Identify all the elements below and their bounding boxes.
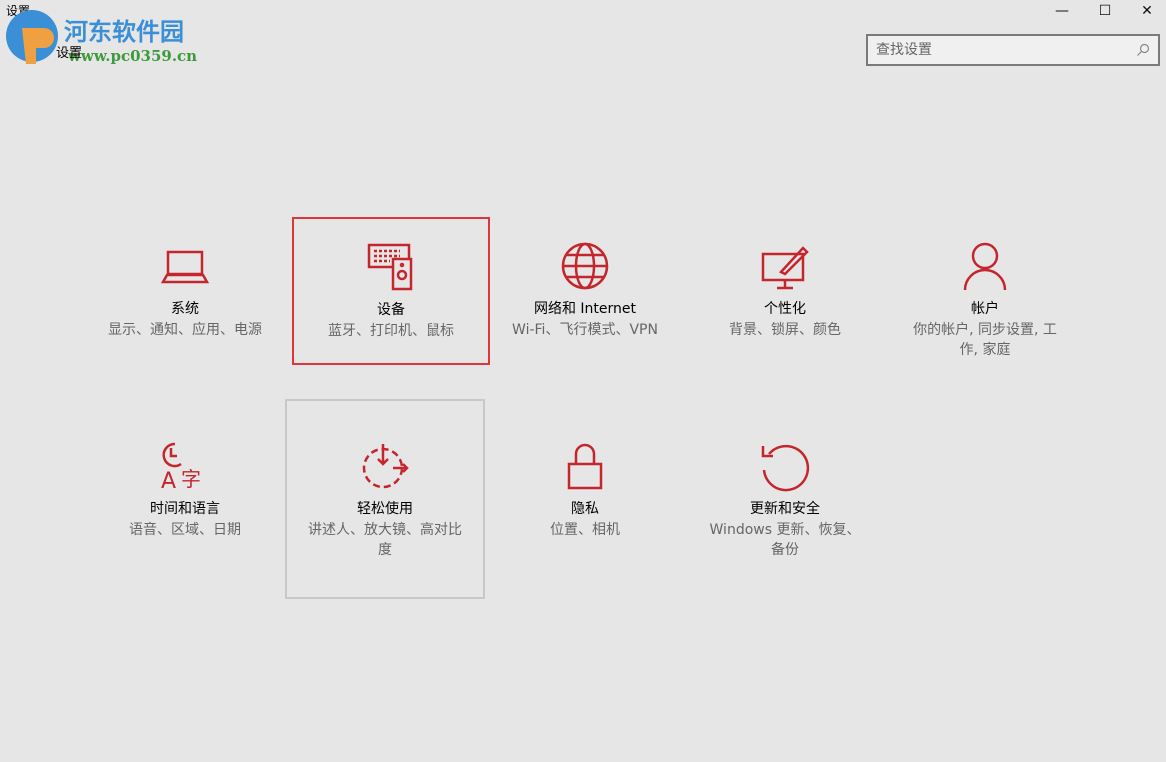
search-input[interactable] (876, 42, 1136, 58)
person-icon (959, 240, 1011, 292)
tile-subtitle: 蓝牙、打印机、鼠标 (311, 321, 471, 341)
tile-title: 个性化 (685, 298, 885, 318)
ease-of-access-icon (359, 440, 411, 492)
tile-personalization[interactable]: 个性化 背景、锁屏、颜色 (685, 240, 885, 390)
tile-title: 系统 (85, 298, 285, 318)
close-button[interactable]: ✕ (1124, 0, 1166, 22)
minimize-button[interactable]: — (1039, 0, 1085, 22)
tile-title: 网络和 Internet (485, 298, 685, 318)
tile-title: 轻松使用 (287, 498, 483, 518)
tile-subtitle: 语音、区域、日期 (105, 520, 265, 540)
devices-icon (365, 241, 417, 293)
search-box[interactable] (866, 34, 1160, 66)
tile-subtitle: 背景、锁屏、颜色 (705, 320, 865, 340)
svg-text:字: 字 (181, 467, 201, 491)
tile-subtitle: Wi-Fi、飞行模式、VPN (505, 320, 665, 340)
tile-time-language[interactable]: A字 时间和语言 语音、区域、日期 (85, 440, 285, 590)
tile-devices[interactable]: 设备 蓝牙、打印机、鼠标 (292, 217, 490, 365)
laptop-icon (159, 240, 211, 292)
tile-network[interactable]: 网络和 Internet Wi-Fi、飞行模式、VPN (485, 240, 685, 390)
lock-icon (559, 440, 611, 492)
search-icon[interactable] (1136, 43, 1150, 57)
watermark-logo (4, 8, 60, 66)
time-language-icon: A字 (159, 440, 211, 492)
tile-system[interactable]: 系统 显示、通知、应用、电源 (85, 240, 285, 390)
svg-text:A: A (161, 469, 176, 492)
globe-icon (559, 240, 611, 292)
tile-accounts[interactable]: 帐户 你的帐户, 同步设置, 工作, 家庭 (885, 240, 1085, 390)
tile-privacy[interactable]: 隐私 位置、相机 (485, 440, 685, 590)
tile-subtitle: 位置、相机 (505, 520, 665, 540)
personalize-icon (759, 240, 811, 292)
tile-subtitle: 讲述人、放大镜、高对比度 (305, 520, 465, 560)
tile-title: 设备 (294, 299, 488, 319)
tile-subtitle: Windows 更新、恢复、备份 (705, 520, 865, 560)
maximize-button[interactable]: ☐ (1082, 0, 1128, 22)
watermark-url: www.pc0359.cn (68, 47, 197, 65)
tile-subtitle: 你的帐户, 同步设置, 工作, 家庭 (905, 320, 1065, 360)
update-icon (759, 440, 811, 492)
app-title: 设置 (56, 42, 82, 61)
tile-title: 帐户 (885, 298, 1085, 318)
tile-title: 时间和语言 (85, 498, 285, 518)
tile-title: 隐私 (485, 498, 685, 518)
tile-title: 更新和安全 (685, 498, 885, 518)
tile-update-security[interactable]: 更新和安全 Windows 更新、恢复、备份 (685, 440, 885, 590)
tile-ease-of-access[interactable]: 轻松使用 讲述人、放大镜、高对比度 (285, 399, 485, 599)
tile-subtitle: 显示、通知、应用、电源 (105, 320, 265, 340)
